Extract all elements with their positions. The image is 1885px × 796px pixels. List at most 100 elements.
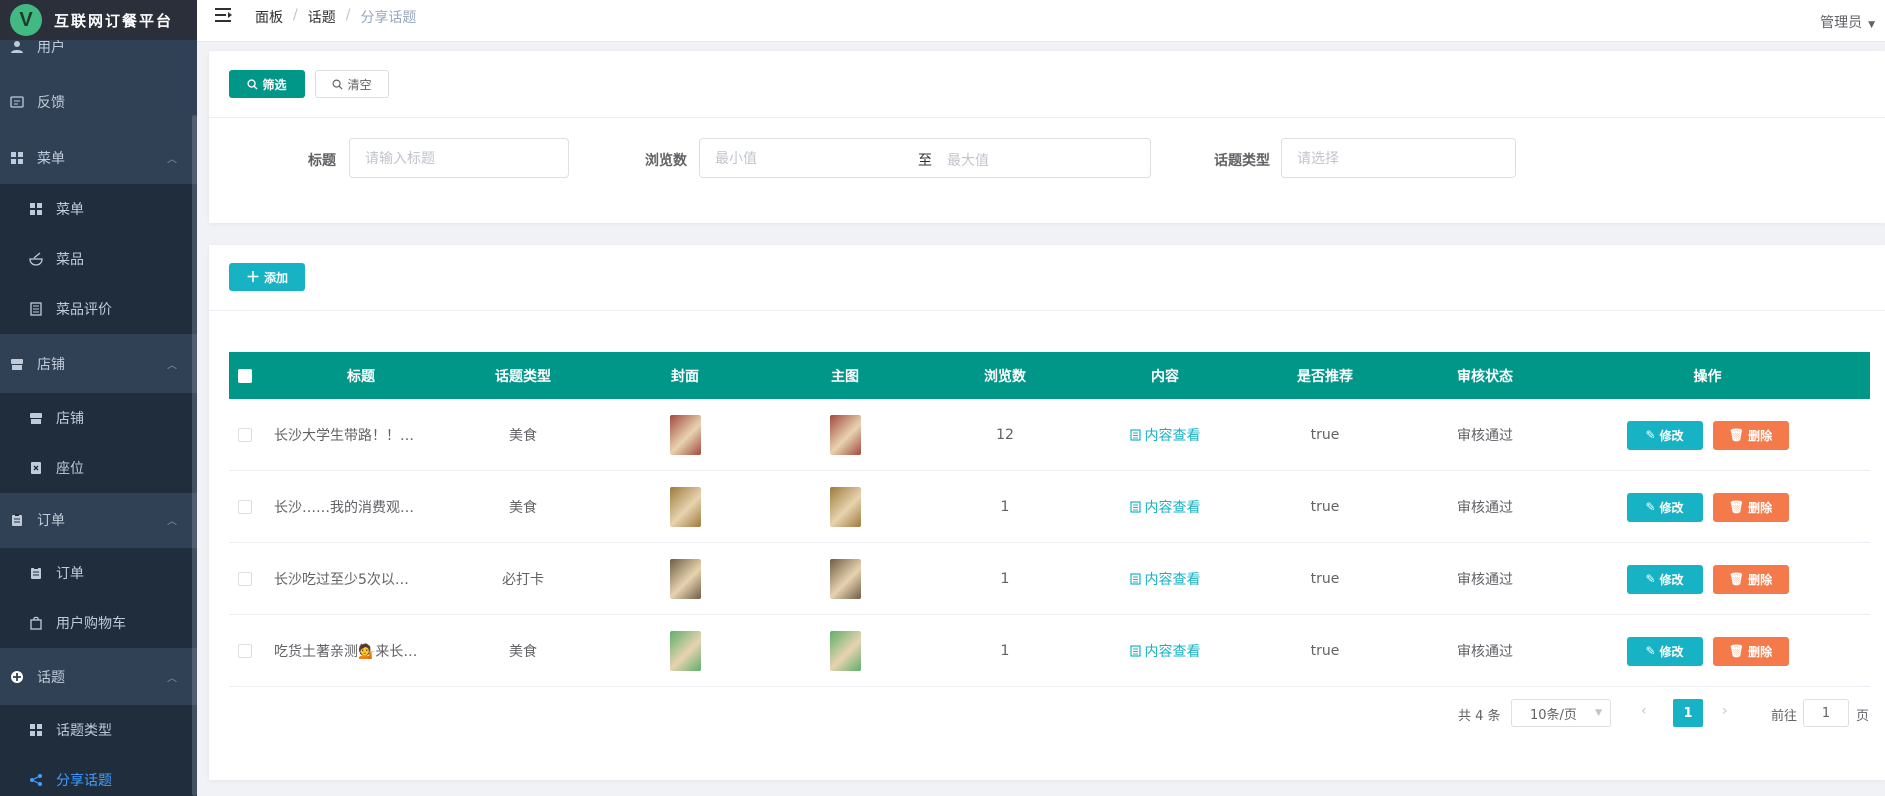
row-status: 审核通过 (1457, 644, 1513, 660)
chevron-up-icon: ︿ (167, 360, 177, 372)
view-content-link[interactable]: 内容查看 (1129, 497, 1201, 517)
table-row: 长沙大学生带路！！… 美食 12 内容查看 true 审核通过 ✎ 修改 🗑 删除 (229, 399, 1870, 471)
view-content-link[interactable]: 内容查看 (1129, 569, 1201, 589)
add-button-label: 添加 (263, 270, 288, 285)
logo-badge: V (10, 4, 42, 36)
views-max-input[interactable]: 最大值 (947, 150, 989, 170)
column-header: 审核状态 (1457, 368, 1513, 385)
sidebar-item-label: 话题 (37, 670, 65, 686)
sidebar-item-9[interactable]: 订单 ︿ (0, 493, 197, 547)
breadcrumb-item-topic[interactable]: 话题 (308, 7, 336, 27)
page-number-current[interactable]: 1 (1673, 699, 1703, 727)
row-checkbox[interactable] (238, 572, 252, 586)
delete-button[interactable]: 🗑 删除 (1712, 492, 1789, 522)
row-views: 1 (1000, 499, 1010, 515)
cover-image[interactable] (669, 631, 701, 671)
sidebar-item-2[interactable]: 菜单 ︿ (0, 131, 197, 185)
clipboard-icon (9, 512, 25, 528)
row-type: 必打卡 (502, 572, 544, 588)
trash-icon: 🗑 (1728, 500, 1745, 514)
row-checkbox-cell (229, 615, 261, 687)
row-recommend: true (1310, 571, 1340, 587)
row-title: 长沙吃过至少5次以… (274, 572, 409, 588)
sidebar-item-14[interactable]: 分享话题 (0, 755, 197, 796)
breadcrumb-item-dashboard[interactable]: 面板 (255, 7, 283, 27)
sidebar-item-3[interactable]: 菜单 (0, 184, 197, 234)
view-content-label: 内容查看 (1144, 572, 1201, 588)
divider (209, 117, 1885, 118)
page-size-value: 10条/页 (1530, 707, 1577, 723)
add-button[interactable]: ＋ 添加 (229, 263, 305, 291)
cover-image[interactable] (669, 415, 701, 455)
sidebar-item-7[interactable]: 店铺 (0, 393, 197, 443)
edit-button[interactable]: ✎ 修改 (1626, 564, 1703, 594)
table-row: 长沙吃过至少5次以… 必打卡 1 内容查看 true 审核通过 ✎ 修改 🗑 删除 (229, 543, 1870, 615)
sidebar-item-6[interactable]: 店铺 ︿ (0, 337, 197, 391)
cover-image[interactable] (669, 487, 701, 527)
sidebar-item-1[interactable]: 反馈 (0, 75, 197, 129)
row-recommend: true (1310, 499, 1340, 515)
sidebar-item-11[interactable]: 用户购物车 (0, 598, 197, 648)
topic-icon (9, 669, 25, 685)
row-content: 内容查看 (1105, 615, 1225, 687)
sidebar-item-4[interactable]: 菜品 (0, 234, 197, 284)
goto-page-input[interactable]: 1 (1803, 699, 1849, 727)
main-image[interactable] (829, 415, 861, 455)
row-checkbox[interactable] (238, 428, 252, 442)
edit-button-label: 修改 (1659, 428, 1684, 443)
user-menu[interactable]: 管理员 ▼ (1820, 12, 1875, 32)
sidebar-scrollbar[interactable] (192, 115, 197, 796)
delete-button[interactable]: 🗑 删除 (1712, 636, 1789, 666)
edit-button[interactable]: ✎ 修改 (1626, 420, 1703, 450)
sidebar-item-8[interactable]: 座位 (0, 443, 197, 493)
edit-button[interactable]: ✎ 修改 (1626, 636, 1703, 666)
column-header: 封面 (671, 368, 699, 385)
delete-button-label: 删除 (1748, 644, 1773, 659)
app-logo[interactable]: V 互联网订餐平台 (0, 0, 197, 40)
row-checkbox[interactable] (238, 644, 252, 658)
edit-button[interactable]: ✎ 修改 (1626, 492, 1703, 522)
row-status: 审核通过 (1457, 428, 1513, 444)
table-row: 吃货土著亲测💁来长… 美食 1 内容查看 true 审核通过 ✎ 修改 🗑 删除 (229, 615, 1870, 687)
chevron-up-icon: ︿ (167, 673, 177, 685)
clear-button[interactable]: 清空 (315, 70, 389, 98)
view-content-link[interactable]: 内容查看 (1129, 641, 1201, 661)
view-content-label: 内容查看 (1144, 644, 1201, 660)
clear-button-label: 清空 (347, 77, 372, 92)
breadcrumb-separator: / (345, 7, 351, 23)
sidebar-item-10[interactable]: 订单 (0, 548, 197, 598)
document-icon (1129, 645, 1141, 657)
views-min-input[interactable]: 最小值 (715, 148, 757, 168)
view-content-label: 内容查看 (1144, 428, 1201, 444)
app-title: 互联网订餐平台 (54, 11, 174, 30)
edit-icon: ✎ (1645, 428, 1656, 442)
title-input[interactable]: 请输入标题 (349, 138, 569, 178)
cover-image[interactable] (669, 559, 701, 599)
table-row: 长沙……我的消费观… 美食 1 内容查看 true 审核通过 ✎ 修改 🗑 删除 (229, 471, 1870, 543)
hamburger-icon[interactable] (215, 6, 235, 24)
delete-button[interactable]: 🗑 删除 (1712, 564, 1789, 594)
sidebar-item-12[interactable]: 话题 ︿ (0, 650, 197, 704)
main-image[interactable] (829, 631, 861, 671)
prev-page-icon[interactable]: ‹ (1641, 703, 1647, 719)
view-content-link[interactable]: 内容查看 (1129, 425, 1201, 445)
type-select[interactable]: 请选择 (1281, 138, 1516, 178)
delete-button-label: 删除 (1748, 572, 1773, 587)
select-all-checkbox[interactable] (238, 368, 252, 383)
sidebar-item-13[interactable]: 话题类型 (0, 705, 197, 755)
delete-button[interactable]: 🗑 删除 (1712, 420, 1789, 450)
sidebar-item-5[interactable]: 菜品评价 (0, 284, 197, 334)
row-views: 1 (1000, 571, 1010, 587)
next-page-icon[interactable]: › (1722, 703, 1728, 719)
search-button[interactable]: 筛选 (229, 70, 305, 98)
document-icon (1129, 429, 1141, 441)
page-size-select[interactable]: 10条/页 ▼ (1511, 699, 1611, 727)
store-icon (28, 410, 44, 426)
main-image[interactable] (829, 559, 861, 599)
row-title: 长沙大学生带路！！… (274, 428, 414, 444)
breadcrumb-item-current: 分享话题 (360, 10, 417, 26)
row-content: 内容查看 (1105, 543, 1225, 615)
trash-icon: 🗑 (1728, 572, 1745, 586)
row-checkbox[interactable] (238, 500, 252, 514)
main-image[interactable] (829, 487, 861, 527)
